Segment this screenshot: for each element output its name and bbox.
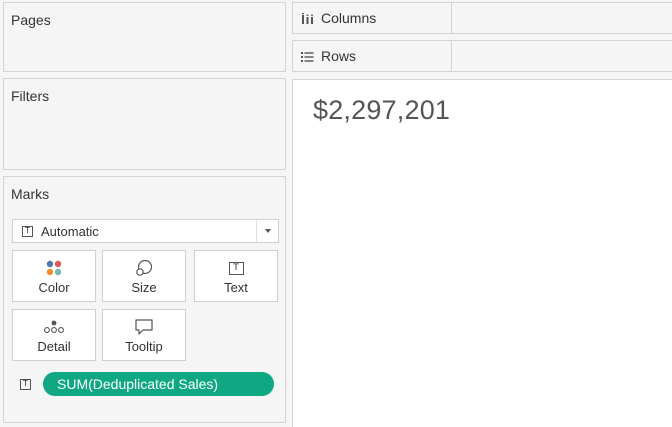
- detail-dots-icon: [13, 317, 95, 337]
- text-button[interactable]: T Text: [194, 250, 278, 302]
- columns-icon: [301, 12, 314, 24]
- text-icon: T: [22, 225, 33, 237]
- rows-shelf-header: Rows: [293, 41, 452, 71]
- pages-card[interactable]: Pages: [3, 2, 286, 72]
- pages-card-title: Pages: [11, 12, 51, 28]
- mark-type-dropdown[interactable]: T Automatic: [12, 219, 279, 243]
- size-circles-icon: [103, 258, 185, 278]
- rows-shelf[interactable]: Rows: [292, 40, 672, 72]
- measure-pill[interactable]: SUM(Deduplicated Sales): [43, 372, 274, 396]
- marks-card-title: Marks: [11, 186, 50, 202]
- filters-card[interactable]: Filters: [3, 78, 286, 170]
- tooltip-bubble-icon: [103, 317, 185, 337]
- columns-shelf[interactable]: Columns: [292, 2, 672, 34]
- columns-shelf-header: Columns: [293, 3, 452, 33]
- color-dots-icon: [13, 258, 95, 278]
- size-button-label: Size: [131, 280, 157, 295]
- chevron-down-icon[interactable]: [256, 220, 278, 242]
- rows-shelf-label: Rows: [321, 48, 357, 64]
- rows-icon: [301, 50, 314, 62]
- size-button[interactable]: Size: [102, 250, 186, 302]
- tooltip-button[interactable]: Tooltip: [102, 309, 186, 361]
- tooltip-button-label: Tooltip: [125, 339, 163, 354]
- color-button[interactable]: Color: [12, 250, 96, 302]
- measure-value-text[interactable]: $2,297,201: [313, 95, 450, 126]
- text-button-label: Text: [224, 280, 248, 295]
- columns-shelf-label: Columns: [321, 10, 377, 26]
- text-icon[interactable]: T: [20, 378, 31, 390]
- color-button-label: Color: [38, 280, 70, 295]
- marks-field-row: T SUM(Deduplicated Sales): [20, 372, 274, 396]
- filters-card-title: Filters: [11, 88, 50, 104]
- detail-button-label: Detail: [37, 339, 71, 354]
- marks-card: Marks T Automatic Color Size T Text Deta…: [3, 176, 286, 423]
- detail-button[interactable]: Detail: [12, 309, 96, 361]
- mark-type-value: Automatic: [41, 223, 99, 239]
- view-canvas[interactable]: $2,297,201: [292, 79, 672, 427]
- text-icon: T: [228, 261, 244, 275]
